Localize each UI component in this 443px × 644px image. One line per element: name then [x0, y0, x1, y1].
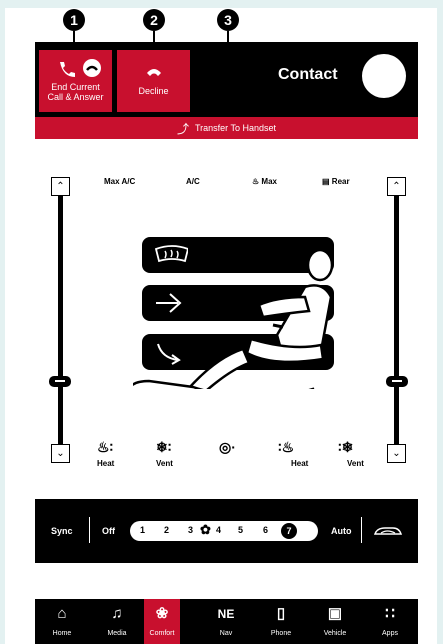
- fan-level-3[interactable]: 3: [188, 525, 193, 535]
- car-icon: ▣: [327, 605, 343, 622]
- nav-comfort[interactable]: ❀ Comfort: [144, 599, 180, 644]
- fan-icon: ✿: [200, 522, 211, 537]
- fan-level-1[interactable]: 1: [140, 525, 145, 535]
- divider: [89, 517, 90, 543]
- end-call-answer-button[interactable]: End Current Call & Answer: [39, 50, 112, 112]
- right-seat-heat-icon[interactable]: ∶♨: [278, 439, 294, 456]
- callout-2: 2: [143, 9, 165, 31]
- decline-button[interactable]: Decline: [117, 50, 190, 112]
- chevron-up-icon: ⌃: [56, 181, 65, 192]
- ac-button[interactable]: A/C: [186, 177, 200, 186]
- nav-apps[interactable]: ∷ Apps: [363, 599, 417, 644]
- fan-level-7[interactable]: 7: [281, 523, 297, 539]
- left-seat-vent-icon[interactable]: ❄∶: [156, 439, 171, 456]
- left-temp-slider-track[interactable]: [58, 196, 63, 446]
- call-header: End Current Call & Answer Decline Contac…: [35, 42, 418, 117]
- right-temp-down-button[interactable]: ⌄: [387, 444, 406, 463]
- left-temp-slider-knob[interactable]: [49, 376, 71, 387]
- comfort-icon: ❀: [155, 605, 169, 622]
- nav-phone[interactable]: ▯ Phone: [254, 599, 308, 644]
- nav-home[interactable]: ⌂ Home: [35, 599, 89, 644]
- rear-defrost-button[interactable]: ▤ Rear: [322, 177, 350, 186]
- fan-level-4[interactable]: 4: [216, 525, 221, 535]
- infotainment-screen: End Current Call & Answer Decline Contac…: [35, 42, 418, 644]
- spacer: [35, 563, 418, 599]
- left-seat-heat-icon[interactable]: ♨∶: [97, 439, 113, 456]
- end-call-answer-label: End Current Call & Answer: [47, 82, 104, 102]
- callout-3: 3: [217, 9, 239, 31]
- nav-nav[interactable]: NE Nav: [199, 599, 253, 644]
- right-seat-heat-label: Heat: [291, 459, 309, 468]
- right-seat-vent-label: Vent: [347, 459, 364, 468]
- right-temp-up-button[interactable]: ⌃: [387, 177, 406, 196]
- climate-panel: Max A/C A/C ♨ Max ▤ Rear ⌃ ⌄ ⌃ ⌄ ♨∶ Heat…: [35, 139, 418, 499]
- sync-button[interactable]: Sync: [51, 526, 73, 536]
- chevron-down-icon: ⌄: [392, 448, 401, 459]
- rear-defrost-icon: ▤: [322, 177, 330, 186]
- fan-level-5[interactable]: 5: [238, 525, 243, 535]
- recirculation-icon[interactable]: [373, 524, 403, 538]
- decline-label: Decline: [138, 86, 169, 96]
- contact-avatar: [362, 54, 406, 98]
- right-temp-slider-knob[interactable]: [386, 376, 408, 387]
- chevron-down-icon: ⌄: [56, 448, 65, 459]
- max-ac-button[interactable]: Max A/C: [104, 177, 135, 186]
- phone-icon: ▯: [276, 605, 286, 622]
- compass-icon: NE: [217, 607, 235, 621]
- right-seat-vent-icon[interactable]: ∶❄: [338, 439, 353, 456]
- phone-icons: [59, 59, 101, 77]
- fan-speed-selector[interactable]: 1 2 3 ✿ 4 5 6 7: [130, 521, 318, 541]
- nav-vehicle[interactable]: ▣ Vehicle: [308, 599, 362, 644]
- fan-level-2[interactable]: 2: [164, 525, 169, 535]
- divider: [361, 517, 362, 543]
- front-defrost-icon: ♨: [252, 177, 260, 186]
- bottom-nav: ⌂ Home ♫ Media ❀ Comfort NE Nav ▯ Phone …: [35, 599, 418, 644]
- apps-grid-icon: ∷: [385, 605, 395, 622]
- chevron-up-icon: ⌃: [392, 181, 401, 192]
- left-seat-heat-label: Heat: [97, 459, 115, 468]
- nav-media[interactable]: ♫ Media: [90, 599, 144, 644]
- hang-up-icon: [146, 69, 161, 76]
- fan-level-6[interactable]: 6: [263, 525, 268, 535]
- fan-control-bar: Sync Off 1 2 3 ✿ 4 5 6 7 Auto: [35, 499, 418, 563]
- music-note-icon: ♫: [111, 605, 123, 622]
- steering-wheel-heat-icon[interactable]: ◎·: [219, 439, 236, 456]
- left-temp-down-button[interactable]: ⌄: [51, 444, 70, 463]
- auto-button[interactable]: Auto: [331, 526, 352, 536]
- transfer-icon: ⤴: [176, 121, 189, 136]
- seated-occupant-illustration: [133, 248, 334, 389]
- left-seat-vent-label: Vent: [156, 459, 173, 468]
- max-defrost-button[interactable]: ♨ Max: [252, 177, 277, 186]
- contact-name: Contact: [278, 66, 338, 83]
- right-temp-slider-track[interactable]: [394, 196, 399, 446]
- transfer-label: Transfer To Handset: [194, 123, 277, 133]
- callout-1: 1: [63, 9, 85, 31]
- home-icon: ⌂: [57, 605, 67, 622]
- left-temp-up-button[interactable]: ⌃: [51, 177, 70, 196]
- fan-off-button[interactable]: Off: [102, 526, 115, 536]
- transfer-to-handset-button[interactable]: ⤴ Transfer To Handset: [35, 117, 418, 139]
